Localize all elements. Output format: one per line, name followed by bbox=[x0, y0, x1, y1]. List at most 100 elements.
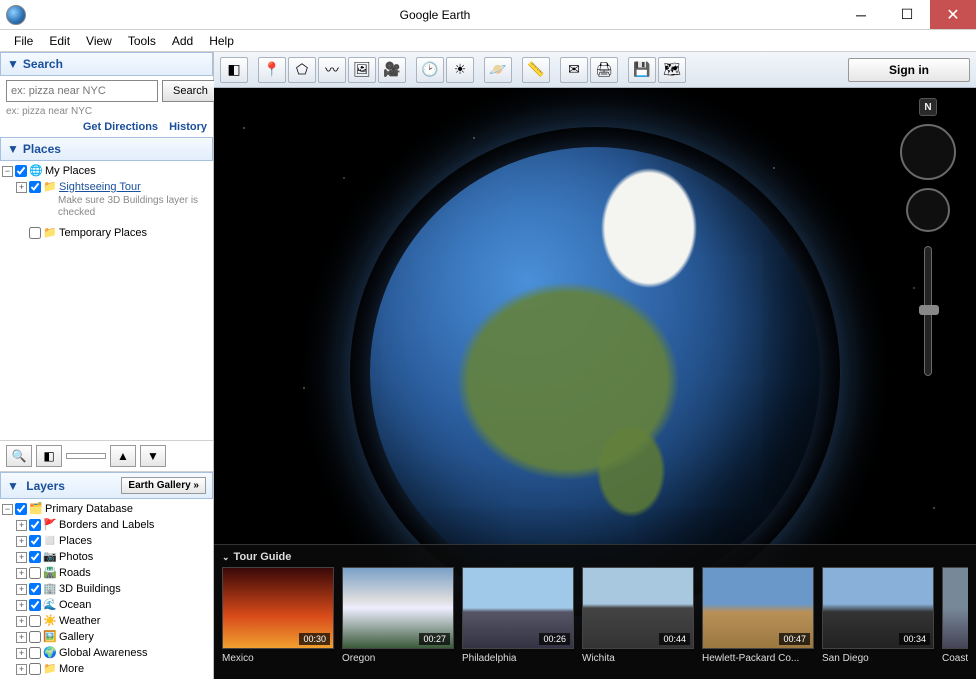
sidebar-toggle-button[interactable]: ◧ bbox=[220, 57, 248, 83]
tour-item[interactable]: 00:44Wichita bbox=[582, 567, 694, 664]
checkbox-layer[interactable] bbox=[29, 567, 41, 579]
save-image-button[interactable]: 💾 bbox=[628, 57, 656, 83]
temporary-label[interactable]: Temporary Places bbox=[59, 227, 147, 239]
layer-row: + 🏢3D Buildings bbox=[2, 581, 213, 597]
expander[interactable]: + bbox=[16, 552, 27, 563]
expander[interactable]: + bbox=[16, 664, 27, 675]
layer-label[interactable]: Photos bbox=[59, 551, 93, 563]
layer-label[interactable]: Borders and Labels bbox=[59, 519, 154, 531]
zoom-slider[interactable] bbox=[924, 246, 932, 376]
expander[interactable]: + bbox=[16, 648, 27, 659]
layer-label[interactable]: Weather bbox=[59, 615, 100, 627]
menu-tools[interactable]: Tools bbox=[120, 32, 164, 50]
email-button[interactable]: ✉ bbox=[560, 57, 588, 83]
tour-guide-header[interactable]: ⌄ Tour Guide bbox=[222, 549, 968, 567]
image-overlay-button[interactable]: 🖼 bbox=[348, 57, 376, 83]
get-directions-link[interactable]: Get Directions bbox=[83, 121, 158, 133]
tour-item[interactable]: 00:47Hewlett-Packard Co... bbox=[702, 567, 814, 664]
menu-view[interactable]: View bbox=[78, 32, 120, 50]
sightseeing-link[interactable]: Sightseeing Tour bbox=[59, 181, 141, 193]
layer-icon: 🏢 bbox=[43, 582, 57, 596]
polygon-button[interactable]: ⬠ bbox=[288, 57, 316, 83]
move-joystick[interactable] bbox=[906, 188, 950, 232]
move-down-button[interactable]: ▼ bbox=[140, 445, 166, 467]
expander[interactable]: + bbox=[16, 520, 27, 531]
expander[interactable]: + bbox=[16, 536, 27, 547]
expander[interactable]: + bbox=[16, 632, 27, 643]
checkbox-layer[interactable] bbox=[29, 647, 41, 659]
primary-db-label[interactable]: Primary Database bbox=[45, 503, 133, 515]
search-panel-header[interactable]: ▼ Search bbox=[0, 52, 213, 76]
earth-gallery-button[interactable]: Earth Gallery » bbox=[121, 477, 206, 494]
history-button[interactable]: 🕑 bbox=[416, 57, 444, 83]
maximize-button[interactable]: ☐ bbox=[884, 0, 930, 29]
checkbox-layer[interactable] bbox=[29, 599, 41, 611]
main-area: ◧ 📍 ⬠ 〰 🖼 🎥 🕑 ☀ 🪐 📏 ✉ 🖨 💾 🗺 Sign in bbox=[214, 52, 976, 679]
path-button[interactable]: 〰 bbox=[318, 57, 346, 83]
checkbox-layer[interactable] bbox=[29, 631, 41, 643]
layer-label[interactable]: 3D Buildings bbox=[59, 583, 121, 595]
checkbox-layer[interactable] bbox=[29, 583, 41, 595]
layer-label[interactable]: Ocean bbox=[59, 599, 91, 611]
checkbox-layer[interactable] bbox=[29, 663, 41, 675]
expander[interactable]: + bbox=[16, 182, 27, 193]
search-input[interactable] bbox=[6, 80, 158, 102]
checkbox-myplaces[interactable] bbox=[15, 165, 27, 177]
menu-help[interactable]: Help bbox=[201, 32, 242, 50]
expander[interactable]: + bbox=[16, 616, 27, 627]
expander[interactable]: − bbox=[2, 166, 13, 177]
minimize-button[interactable]: ─ bbox=[838, 0, 884, 29]
expander[interactable]: + bbox=[16, 600, 27, 611]
layer-label[interactable]: Gallery bbox=[59, 631, 94, 643]
expander[interactable]: + bbox=[16, 568, 27, 579]
tour-item[interactable]: 00:30Mexico bbox=[222, 567, 334, 664]
layer-label[interactable]: Places bbox=[59, 535, 92, 547]
tour-item[interactable]: 00:26Philadelphia bbox=[462, 567, 574, 664]
record-tour-button[interactable]: 🎥 bbox=[378, 57, 406, 83]
compass-north[interactable]: N bbox=[919, 98, 937, 116]
view-maps-button[interactable]: 🗺 bbox=[658, 57, 686, 83]
toggle-panel-button[interactable]: ◧ bbox=[36, 445, 62, 467]
search-places-button[interactable]: 🔍 bbox=[6, 445, 32, 467]
checkbox-layer[interactable] bbox=[29, 551, 41, 563]
planets-button[interactable]: 🪐 bbox=[484, 57, 512, 83]
checkbox-layer[interactable] bbox=[29, 535, 41, 547]
layer-row: +◻️Places bbox=[2, 533, 213, 549]
move-up-button[interactable]: ▲ bbox=[110, 445, 136, 467]
look-joystick[interactable] bbox=[900, 124, 956, 180]
checkbox-sightseeing[interactable] bbox=[29, 181, 41, 193]
layer-label[interactable]: More bbox=[59, 663, 84, 675]
tour-item[interactable]: Coastal Pl bbox=[942, 567, 968, 664]
tour-thumbnail bbox=[942, 567, 968, 649]
tour-caption: Mexico bbox=[222, 649, 334, 664]
tour-item[interactable]: 00:34San Diego bbox=[822, 567, 934, 664]
sightseeing-note: Make sure 3D Buildings layer is checked bbox=[2, 195, 213, 219]
checkbox-layer[interactable] bbox=[29, 615, 41, 627]
menu-add[interactable]: Add bbox=[164, 32, 201, 50]
globe-viewport[interactable]: N ⌄ Tour Guide 00:30Mexico00:27Oregon00:… bbox=[214, 88, 976, 679]
checkbox-temporary[interactable] bbox=[29, 227, 41, 239]
earth-globe[interactable] bbox=[370, 147, 820, 597]
menu-file[interactable]: File bbox=[6, 32, 41, 50]
expander[interactable]: + bbox=[16, 584, 27, 595]
placemark-button[interactable]: 📍 bbox=[258, 57, 286, 83]
print-button[interactable]: 🖨 bbox=[590, 57, 618, 83]
history-link[interactable]: History bbox=[169, 121, 207, 133]
close-button[interactable]: ✕ bbox=[930, 0, 976, 29]
places-panel-header[interactable]: ▼ Places bbox=[0, 137, 213, 161]
layers-panel-header[interactable]: ▼ Layers Earth Gallery » bbox=[0, 472, 213, 499]
opacity-slider[interactable] bbox=[66, 453, 106, 459]
tour-thumbnail: 00:47 bbox=[702, 567, 814, 649]
search-button[interactable]: Search bbox=[162, 80, 219, 102]
myplaces-label[interactable]: My Places bbox=[45, 165, 96, 177]
expander[interactable]: − bbox=[2, 504, 13, 515]
layer-label[interactable]: Roads bbox=[59, 567, 91, 579]
checkbox-layer[interactable] bbox=[29, 519, 41, 531]
ruler-button[interactable]: 📏 bbox=[522, 57, 550, 83]
menu-edit[interactable]: Edit bbox=[41, 32, 78, 50]
tour-item[interactable]: 00:27Oregon bbox=[342, 567, 454, 664]
signin-button[interactable]: Sign in bbox=[848, 58, 970, 82]
checkbox-primary-db[interactable] bbox=[15, 503, 27, 515]
sunlight-button[interactable]: ☀ bbox=[446, 57, 474, 83]
layer-label[interactable]: Global Awareness bbox=[59, 647, 147, 659]
